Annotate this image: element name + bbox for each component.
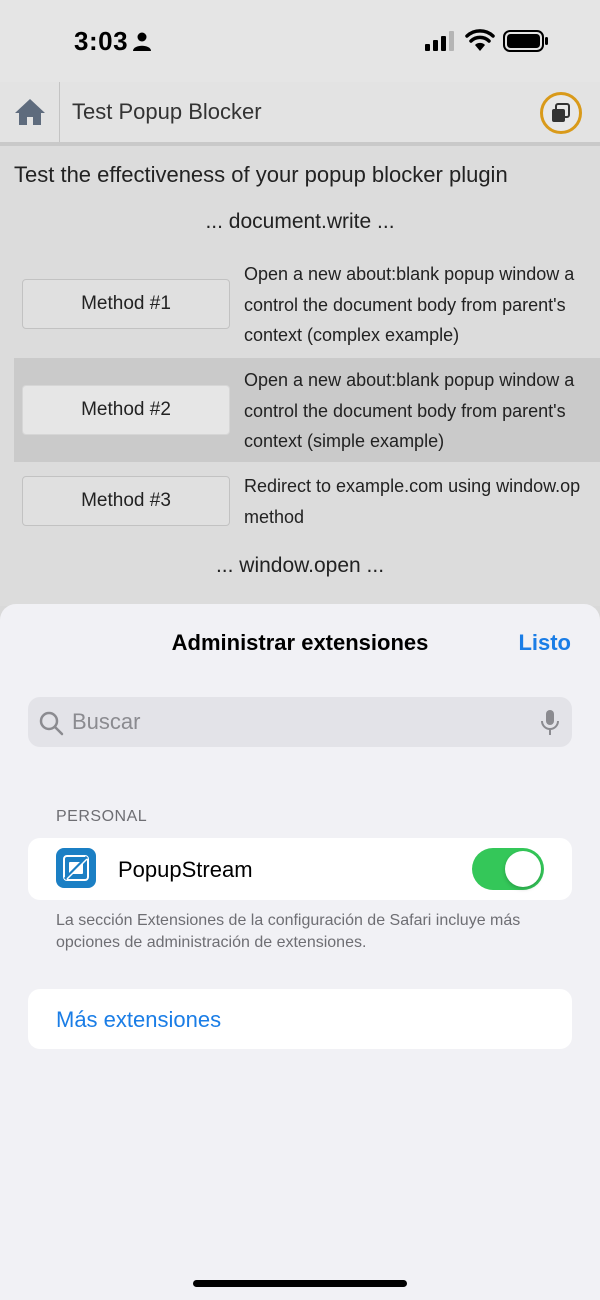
battery-icon xyxy=(503,30,548,52)
manage-extensions-sheet: Administrar extensiones Listo PERSONAL xyxy=(0,604,600,1300)
method-2-description: Open a new about:blank popup window a co… xyxy=(244,370,575,451)
method-row: Method #2 Open a new about:blank popup w… xyxy=(14,358,600,462)
status-bar: 3:03 xyxy=(0,0,600,82)
more-extensions-button[interactable]: Más extensiones xyxy=(28,989,572,1049)
extension-name: PopupStream xyxy=(118,857,253,882)
popup-extension-button[interactable] xyxy=(540,92,582,134)
intro-text: Test the effectiveness of your popup blo… xyxy=(14,162,508,187)
section-label-document-write: ... document.write ... xyxy=(205,210,395,233)
status-time: 3:03 xyxy=(74,26,129,56)
footer-note: La sección Extensiones de la configuraci… xyxy=(56,912,521,951)
extension-row-popupstream: PopupStream xyxy=(28,838,572,900)
more-extensions-label: Más extensiones xyxy=(56,1007,222,1032)
done-button[interactable]: Listo xyxy=(518,630,571,656)
home-indicator[interactable] xyxy=(193,1280,407,1287)
mic-icon[interactable] xyxy=(540,709,560,737)
toggle-knob xyxy=(505,851,541,887)
method-1-description: Open a new about:blank popup window a co… xyxy=(244,264,575,345)
screen: 3:03 Test Popup Blocker Test the effecti… xyxy=(0,0,600,1300)
search-input[interactable] xyxy=(72,697,522,747)
method-1-button[interactable]: Method #1 xyxy=(22,279,230,329)
sheet-title: Administrar extensiones xyxy=(171,630,429,655)
method-row: Method #1 Open a new about:blank popup w… xyxy=(14,246,600,350)
page-title: Test Popup Blocker xyxy=(72,99,262,124)
section-header-personal: PERSONAL xyxy=(56,808,148,825)
home-button[interactable] xyxy=(0,82,60,142)
method-3-button[interactable]: Method #3 xyxy=(22,476,230,526)
popupstream-icon xyxy=(56,848,96,888)
person-icon xyxy=(133,32,151,51)
web-header: Test Popup Blocker xyxy=(0,82,600,146)
method-2-button[interactable]: Method #2 xyxy=(22,385,230,435)
section-label-window-open: ... window.open ... xyxy=(215,554,385,577)
search-field[interactable] xyxy=(28,697,572,747)
wifi-icon xyxy=(465,29,495,51)
web-content: Test the effectiveness of your popup blo… xyxy=(0,146,600,606)
signal-icon xyxy=(425,31,454,51)
popup-windows-icon xyxy=(552,103,570,122)
method-3-description: Redirect to example.com using window.op … xyxy=(244,476,581,527)
search-icon xyxy=(39,711,64,736)
method-row: Method #3 Redirect to example.com using … xyxy=(14,468,600,534)
home-icon xyxy=(14,99,45,125)
extension-toggle[interactable] xyxy=(472,848,544,890)
